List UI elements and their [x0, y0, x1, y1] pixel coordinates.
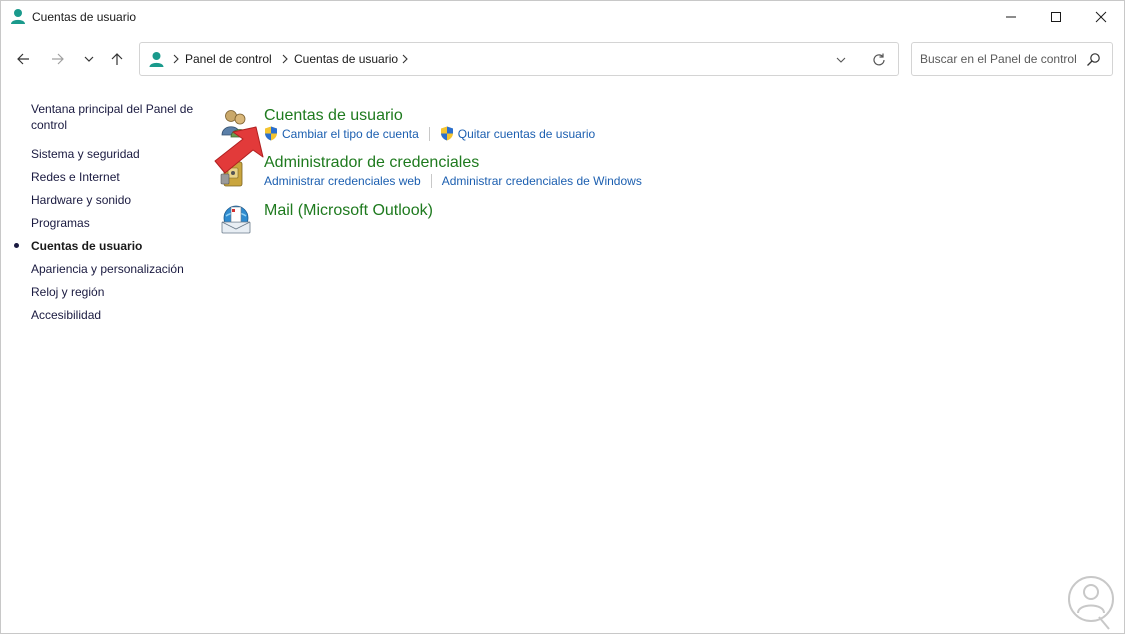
annotation-arrow-icon [214, 126, 264, 174]
user-accounts-location-icon [149, 52, 164, 67]
maximize-icon [1051, 12, 1061, 22]
sidebar-item-redes[interactable]: Redes e Internet [31, 169, 120, 185]
up-button[interactable] [105, 47, 129, 71]
link-divider [428, 126, 430, 141]
sidebar-item-hardware[interactable]: Hardware y sonido [31, 192, 131, 208]
sidebar-item-accesibilidad[interactable]: Accesibilidad [31, 307, 101, 323]
category-links-credenciales: Administrar credenciales web Administrar… [264, 174, 642, 188]
address-bar[interactable]: Panel de control Cuentas de usuario [139, 42, 899, 76]
control-panel-window: Cuentas de usuario Panel de control Cuen… [0, 0, 1125, 634]
close-icon [1095, 11, 1107, 23]
forward-button[interactable] [46, 47, 70, 71]
breadcrumb-separator-icon[interactable] [400, 53, 410, 65]
link-quitar-cuentas[interactable]: Quitar cuentas de usuario [458, 127, 595, 141]
uac-shield-icon [440, 126, 453, 141]
arrow-up-icon [111, 53, 123, 65]
minimize-button[interactable] [988, 1, 1034, 33]
refresh-icon[interactable] [871, 52, 887, 68]
watermark-logo-icon [1068, 576, 1114, 630]
category-title-credenciales[interactable]: Administrador de credenciales [264, 154, 479, 172]
breadcrumb-cuentas-de-usuario[interactable]: Cuentas de usuario [294, 52, 398, 66]
recent-locations-button[interactable] [77, 47, 101, 71]
window-title: Cuentas de usuario [32, 10, 137, 24]
close-button[interactable] [1078, 1, 1124, 33]
search-input[interactable]: Buscar en el Panel de control [911, 42, 1113, 76]
sidebar-item-sistema[interactable]: Sistema y seguridad [31, 146, 140, 162]
title-bar: Cuentas de usuario [1, 1, 1124, 33]
breadcrumb-panel-de-control[interactable]: Panel de control [185, 52, 272, 66]
search-placeholder: Buscar en el Panel de control [920, 52, 1077, 66]
category-title-mail[interactable]: Mail (Microsoft Outlook) [264, 202, 433, 220]
sidebar-item-reloj[interactable]: Reloj y región [31, 284, 104, 300]
arrow-right-icon [52, 53, 64, 65]
link-credenciales-windows[interactable]: Administrar credenciales de Windows [442, 174, 642, 188]
chevron-down-icon [84, 56, 94, 62]
breadcrumb-separator-icon [173, 54, 179, 64]
sidebar-item-cuentas[interactable]: Cuentas de usuario [31, 238, 142, 254]
active-item-bullet [14, 243, 19, 248]
minimize-icon [1006, 16, 1016, 18]
category-title-cuentas[interactable]: Cuentas de usuario [264, 107, 403, 125]
maximize-button[interactable] [1033, 1, 1079, 33]
sidebar-item-home[interactable]: Ventana principal del Panel de control [31, 101, 199, 133]
mail-icon [221, 205, 251, 234]
arrow-left-icon [17, 53, 29, 65]
link-cambiar-tipo-cuenta[interactable]: Cambiar el tipo de cuenta [282, 127, 419, 141]
link-credenciales-web[interactable]: Administrar credenciales web [264, 174, 421, 188]
link-divider [430, 174, 432, 188]
user-accounts-title-icon [11, 9, 25, 24]
breadcrumb-separator-icon [282, 54, 288, 64]
sidebar-item-apariencia[interactable]: Apariencia y personalización [31, 261, 184, 277]
sidebar-item-programas[interactable]: Programas [31, 215, 90, 231]
category-links-cuentas: Cambiar el tipo de cuenta Quitar cuentas… [264, 126, 595, 141]
back-button[interactable] [11, 47, 35, 71]
search-icon[interactable] [1086, 52, 1101, 67]
address-history-chevron-icon[interactable] [834, 53, 848, 67]
